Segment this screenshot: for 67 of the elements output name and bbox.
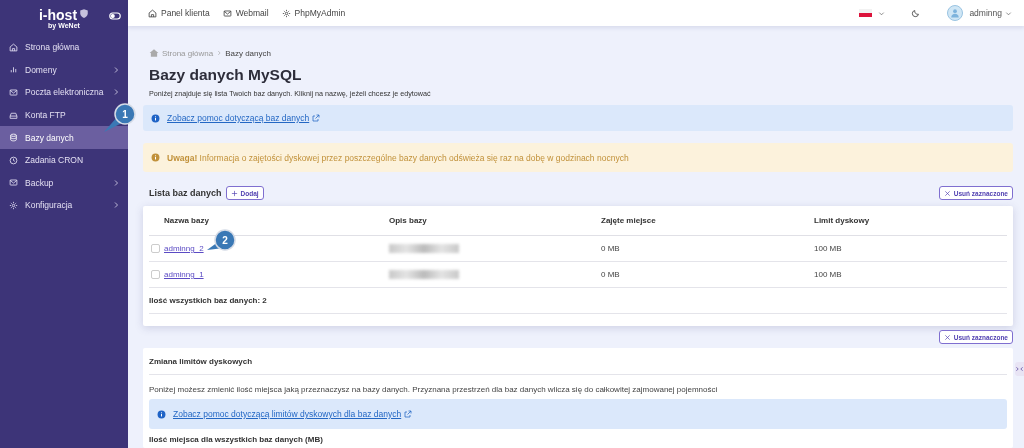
plus-icon [230,189,238,197]
chevron-right-icon [216,50,223,56]
info-icon [151,153,160,162]
bar-chart-icon [9,65,18,75]
table-cell-text: 100 MB [814,270,843,279]
sidebar-item[interactable]: Zadania CRON [0,148,128,172]
external-link-icon [404,410,413,418]
sidebar-item[interactable]: Backup [0,171,128,195]
section-title: Zmiana limitów dyskowych [149,348,1007,375]
sidebar-item[interactable]: Bazy danych [0,126,128,149]
column-header: Zajęte miejsce [601,216,657,225]
field-label: Ilość miejsca dla wszystkich baz danych (MB) [149,435,324,444]
blurred-description [389,270,459,279]
row-checkbox[interactable] [151,270,160,279]
home-icon [149,48,159,58]
callout-tooltip: 1 [104,103,136,132]
chevron-down-icon [878,9,886,17]
table-cell-text: 0 MB [601,244,621,253]
clock-icon [9,155,18,165]
blurred-description [389,244,459,253]
warning-text: Uwaga! Informacja o zajętości dyskowej przez poszczególne bazy danych odświeża się raz na dobę w godzinach nocnych [167,152,629,163]
close-icon [943,189,951,197]
moon-icon[interactable] [911,8,922,18]
shield-logo-icon [79,8,90,19]
chevron-down-icon [1005,9,1012,17]
info-icon [157,409,166,419]
gear-icon [281,8,291,18]
drive-icon [9,110,18,120]
breadcrumb-current: Bazy danych [225,48,271,58]
home-icon [9,42,18,52]
poland-flag-icon[interactable] [859,9,873,17]
description-text: Poniżej możesz zmienić ilość miejsca jaką przeznaczysz na bazy danych. Przyznana przestrzeń dla baz danych wlicza się do całkowitej zajmowanej pojemności [149,385,719,394]
info-icon [151,113,160,123]
database-name-link[interactable]: adminng_1 [164,270,204,279]
envelope-icon [9,178,18,188]
collapse-tab-icon[interactable] [1015,362,1024,376]
section-title: Lista baz danych [149,188,222,198]
user-menu[interactable]: adminng [969,8,1012,18]
table-cell-text: 100 MB [814,244,843,253]
help-link[interactable]: Zobacz pomoc dotyczącą baz danych [167,113,321,123]
database-name-link[interactable]: adminng_2 [164,244,204,253]
close-icon [943,333,951,341]
home-icon [148,8,157,18]
sidebar-item[interactable]: Domeny [0,58,128,82]
database-icon [9,133,18,143]
callout-tooltip: 2 [207,229,236,251]
envelope-icon [9,88,18,97]
gear-icon [9,200,18,210]
help-link[interactable]: Zobacz pomoc dotyczącą limitów dyskowych dla baz danych [173,409,413,419]
logo-text: i-host [38,8,78,22]
nav-link[interactable]: PhpMyAdmin [281,8,346,18]
total-count: Ilość wszystkich baz danych: 2 [149,288,1007,314]
table-cell-text: 0 MB [601,270,621,279]
sidebar-item[interactable]: Konfiguracja [0,194,128,217]
column-header: Opis bazy [389,216,428,225]
nav-link[interactable]: Webmail [222,8,269,18]
external-link-icon [312,114,321,122]
nav-link[interactable]: Panel klienta [148,8,210,18]
avatar-icon [947,5,964,21]
envelope-icon [222,8,232,18]
column-header: Limit dyskowy [814,216,871,225]
column-header: Nazwa bazy [164,216,210,225]
row-checkbox[interactable] [151,244,160,253]
toggle-icon[interactable] [109,10,121,22]
page-title: Bazy danych MySQL [149,66,303,84]
sidebar-item[interactable]: Poczta elektroniczna [0,81,128,104]
sidebar-item[interactable]: Strona główna [0,36,128,59]
